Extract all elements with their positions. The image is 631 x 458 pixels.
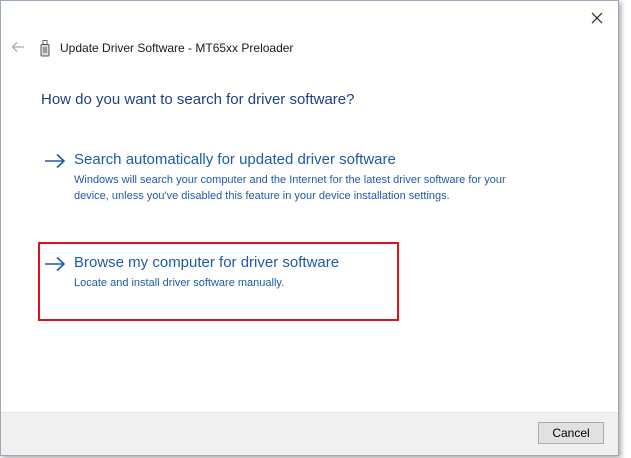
dialog-header: Update Driver Software - MT65xx Preloade…: [1, 31, 618, 65]
option-description: Locate and install driver software manua…: [74, 277, 285, 289]
option-title: Search automatically for updated driver …: [74, 151, 396, 168]
search-automatically-option[interactable]: Search automatically for updated driver …: [41, 151, 521, 221]
usb-device-icon: [40, 40, 50, 57]
close-button[interactable]: [582, 5, 612, 31]
right-arrow-icon: [45, 256, 66, 272]
dialog-title: Update Driver Software - MT65xx Preloade…: [60, 41, 294, 55]
dialog-footer: Cancel: [1, 412, 618, 455]
browse-computer-option[interactable]: Browse my computer for driver software L…: [41, 254, 381, 294]
close-icon: [591, 12, 603, 24]
option-description: Windows will search your computer and th…: [74, 174, 506, 202]
right-arrow-icon: [45, 153, 66, 169]
cancel-button[interactable]: Cancel: [538, 422, 604, 444]
back-arrow-icon: [11, 42, 24, 52]
option-title: Browse my computer for driver software: [74, 254, 340, 271]
update-driver-dialog: Update Driver Software - MT65xx Preloade…: [0, 0, 619, 456]
back-button[interactable]: [7, 37, 29, 57]
page-heading: How do you want to search for driver sof…: [41, 91, 355, 108]
